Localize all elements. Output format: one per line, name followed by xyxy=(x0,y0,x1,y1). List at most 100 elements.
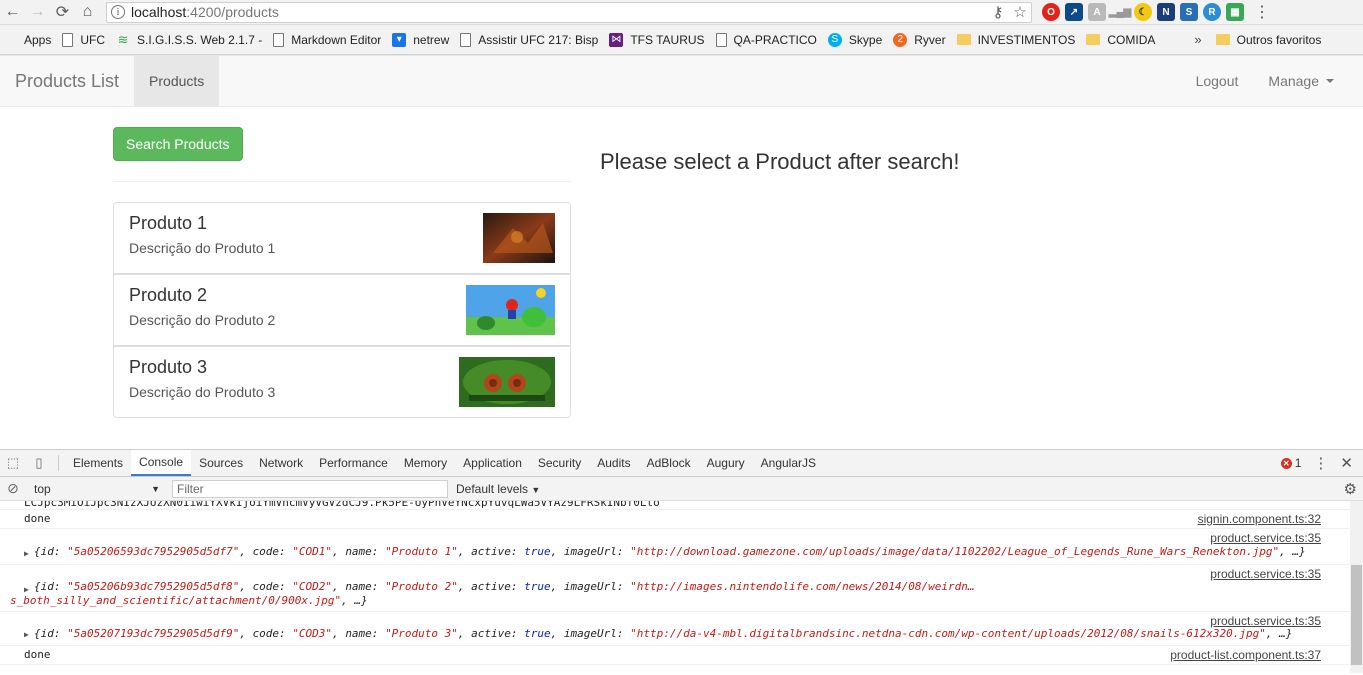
nav-logout-link[interactable]: Logout xyxy=(1181,56,1254,106)
console-source-link[interactable]: product-list.component.ts:37 xyxy=(1170,648,1321,662)
bookmark-netrew[interactable]: ▾ netrew xyxy=(392,32,449,47)
bookmark-sigiss[interactable]: ≋ S.I.G.I.S.S. Web 2.1.7 - xyxy=(116,32,263,47)
bookmark-tfs-taurus[interactable]: ⋈ TFS TAURUS xyxy=(609,32,705,47)
nav-manage-dropdown[interactable]: Manage xyxy=(1253,56,1349,106)
navbar-right: Logout Manage xyxy=(1181,56,1349,106)
reload-icon[interactable]: ⟳ xyxy=(50,0,75,25)
obj-image-url: "http://da-v4-mbl.digitalbrandsinc.netdn… xyxy=(630,627,1266,640)
folder-icon xyxy=(956,34,971,45)
news-extension-icon[interactable]: N xyxy=(1157,3,1175,21)
expand-triangle-icon[interactable]: ▶ xyxy=(24,630,29,639)
opera-extension-icon[interactable]: O xyxy=(1042,3,1060,21)
tab-performance[interactable]: Performance xyxy=(311,450,396,476)
moon-extension-icon[interactable]: ☾ xyxy=(1134,3,1152,21)
console-message[interactable]: product.service.ts:35 ▶ {id: "5a05206b93… xyxy=(0,565,1363,612)
obj-name: "Produto 3" xyxy=(385,627,458,640)
console-message: done product-list.component.ts:37 xyxy=(0,646,1363,665)
tab-adblock[interactable]: AdBlock xyxy=(639,450,699,476)
star-icon[interactable]: ☆ xyxy=(1009,3,1031,21)
bookmark-markdown-editor[interactable]: Markdown Editor xyxy=(273,32,382,47)
extension-icon[interactable]: ↗ xyxy=(1065,3,1083,21)
product-list-item[interactable]: Produto 3 Descrição do Produto 3 xyxy=(113,346,571,418)
tab-angularjs[interactable]: AngularJS xyxy=(753,450,824,476)
console-prompt[interactable] xyxy=(0,665,1363,673)
gear-icon[interactable]: ⚙ xyxy=(1344,480,1357,498)
console-text: done xyxy=(24,648,51,661)
obj-active: true xyxy=(524,627,551,640)
r-extension-icon[interactable]: R xyxy=(1203,3,1221,21)
tab-console[interactable]: Console xyxy=(131,450,192,476)
tab-memory[interactable]: Memory xyxy=(396,450,455,476)
tab-elements[interactable]: Elements xyxy=(65,450,131,476)
context-value: top xyxy=(34,481,51,496)
prompt-caret-icon xyxy=(24,665,1313,667)
signal-extension-icon[interactable]: ▂▄▆ xyxy=(1109,3,1131,21)
bookmark-investimentos[interactable]: INVESTIMENTOS xyxy=(956,33,1075,47)
obj-code: "COD1" xyxy=(292,545,333,558)
log-levels-dropdown[interactable]: Default levels ▼ xyxy=(456,482,540,496)
navbar-brand[interactable]: Products List xyxy=(0,56,134,106)
bookmark-comida[interactable]: COMIDA xyxy=(1086,33,1155,47)
manage-label: Manage xyxy=(1268,73,1319,89)
console-source-link[interactable]: product.service.ts:35 xyxy=(1210,567,1321,581)
expand-triangle-icon[interactable]: ▶ xyxy=(24,549,29,558)
console-filter-input[interactable] xyxy=(172,479,448,498)
bookmark-ufc[interactable]: UFC xyxy=(62,32,105,47)
folder-icon xyxy=(1215,34,1230,45)
page-icon xyxy=(715,32,727,47)
back-arrow-icon[interactable]: ← xyxy=(0,0,25,25)
device-toolbar-icon[interactable]: ▯ xyxy=(26,450,52,476)
bookmark-ryver[interactable]: 2 Ryver xyxy=(893,32,946,47)
dropdown-arrow-icon: ▼ xyxy=(531,484,541,495)
sheet-extension-icon[interactable]: ▦ xyxy=(1226,3,1244,21)
product-list-item[interactable]: Produto 1 Descrição do Produto 1 xyxy=(113,202,571,274)
console-source-link[interactable]: signin.component.ts:32 xyxy=(1198,512,1321,526)
console-source-link[interactable]: product.service.ts:35 xyxy=(1210,614,1321,628)
console-source-link[interactable]: product.service.ts:35 xyxy=(1210,531,1321,545)
expand-triangle-icon[interactable]: ▶ xyxy=(24,585,29,594)
bookmark-label: Markdown Editor xyxy=(291,32,382,47)
context-select[interactable]: top ▼ xyxy=(26,479,166,499)
tab-augury[interactable]: Augury xyxy=(699,450,753,476)
forward-arrow-icon[interactable]: → xyxy=(25,0,50,25)
scrollbar-thumb[interactable] xyxy=(1351,565,1362,665)
bookmark-ufc217[interactable]: Assistir UFC 217: Bisp xyxy=(460,32,598,47)
console-object: {id: "5a05207193dc7952905d5df9", code: "… xyxy=(34,627,1293,640)
bookmark-qa-practico[interactable]: QA-PRACTICO xyxy=(715,32,817,47)
bookmark-skype[interactable]: S Skype xyxy=(827,32,882,47)
bookmark-apps[interactable]: Apps xyxy=(6,33,51,47)
nav-products-link[interactable]: Products xyxy=(134,56,220,106)
browser-menu-icon[interactable]: ⋮ xyxy=(1253,2,1271,22)
home-icon[interactable]: ⌂ xyxy=(75,0,100,25)
console-object: {id: "5a05206b93dc7952905d5df8", code: "… xyxy=(34,580,975,593)
console-message[interactable]: product.service.ts:35 ▶ {id: "5a05207193… xyxy=(0,612,1363,646)
inspect-element-icon[interactable]: ⬚ xyxy=(0,450,26,476)
product-thumbnail-image xyxy=(483,213,555,263)
clear-console-icon[interactable]: ⊘ xyxy=(0,480,26,497)
console-message[interactable]: product.service.ts:35 ▶ {id: "5a05206593… xyxy=(0,529,1363,565)
obj-id: "5a05206593dc7952905d5df7" xyxy=(67,545,240,558)
tab-audits[interactable]: Audits xyxy=(589,450,638,476)
bookmark-label: Apps xyxy=(24,32,52,47)
folder-icon xyxy=(1086,34,1101,45)
bookmark-other-favorites[interactable]: Outros favoritos xyxy=(1215,33,1321,47)
angular-extension-icon[interactable]: A xyxy=(1088,3,1106,21)
info-icon[interactable]: i xyxy=(111,5,125,19)
extension-bar: O ↗ A ▂▄▆ ☾ N S R ▦ ⋮ xyxy=(1042,2,1271,22)
error-count-badge[interactable]: ✕ 1 xyxy=(1280,456,1301,470)
devtools-menu-icon[interactable]: ⋮ xyxy=(1313,454,1328,472)
tab-sources[interactable]: Sources xyxy=(191,450,251,476)
close-icon[interactable]: ✕ xyxy=(1340,454,1353,472)
console-scrollbar[interactable] xyxy=(1350,501,1363,673)
bookmarks-overflow-button[interactable]: » xyxy=(1194,32,1201,47)
dropdown-arrow-icon: ▼ xyxy=(151,483,160,494)
obj-code: "COD3" xyxy=(292,627,333,640)
s-extension-icon[interactable]: S xyxy=(1180,3,1198,21)
tab-security[interactable]: Security xyxy=(530,450,589,476)
tab-network[interactable]: Network xyxy=(251,450,311,476)
search-products-button[interactable]: Search Products xyxy=(113,127,243,161)
tab-application[interactable]: Application xyxy=(455,450,530,476)
product-list-item[interactable]: Produto 2 Descrição do Produto 2 xyxy=(113,274,571,346)
key-icon[interactable]: ⚷ xyxy=(987,3,1009,21)
address-bar[interactable]: i localhost:4200/products ⚷ ☆ xyxy=(106,1,1032,23)
